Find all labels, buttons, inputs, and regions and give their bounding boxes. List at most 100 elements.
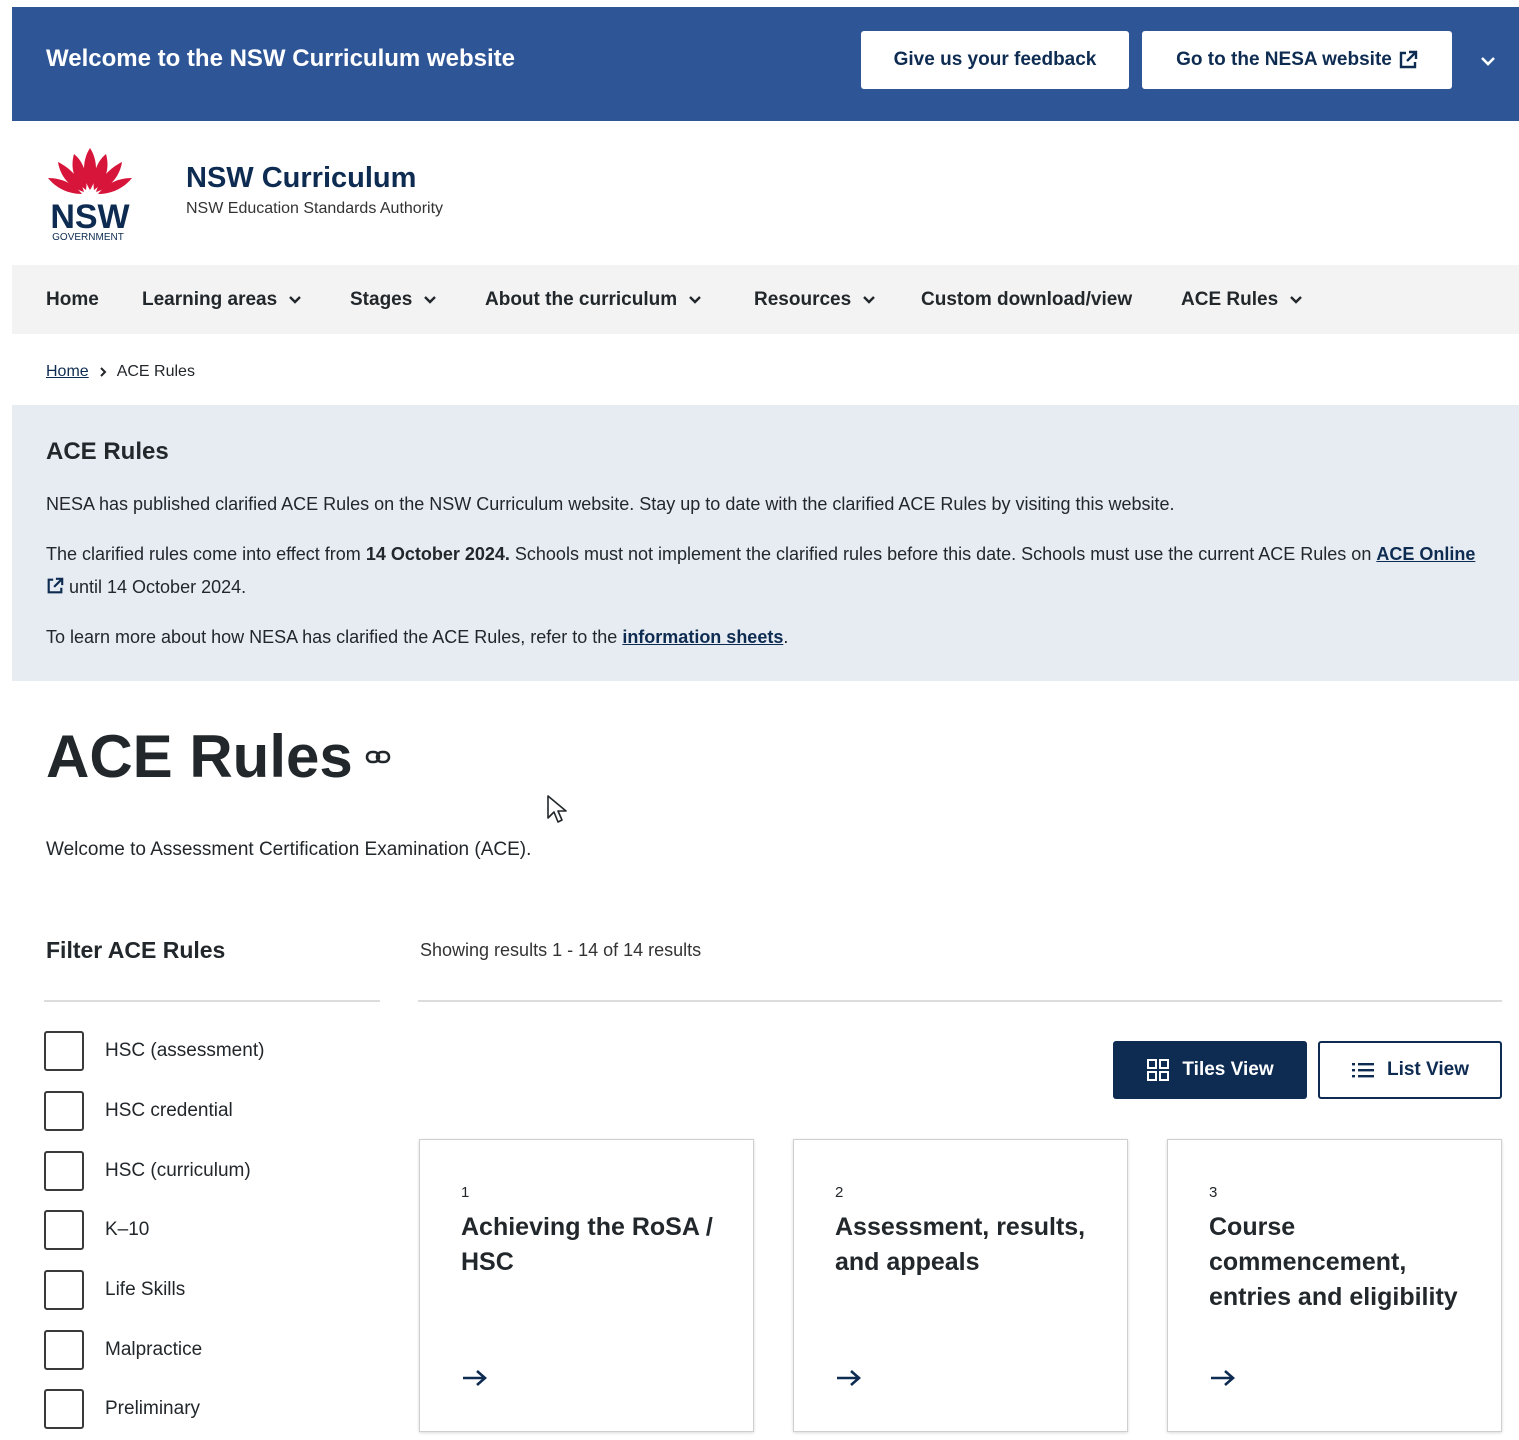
chevron-down-icon[interactable]	[1478, 51, 1498, 71]
feedback-button[interactable]: Give us your feedback	[861, 31, 1129, 89]
breadcrumb-home-link[interactable]: Home	[46, 363, 89, 381]
filter-checkbox-hsc-assessment[interactable]: HSC (assessment)	[44, 1031, 264, 1071]
checkbox[interactable]	[44, 1270, 84, 1310]
checkbox-label[interactable]: K–10	[105, 1219, 149, 1241]
rule-card[interactable]: 1 Achieving the RoSA / HSC	[419, 1139, 754, 1432]
arrow-right-icon[interactable]	[1209, 1368, 1237, 1388]
arrow-right-icon[interactable]	[835, 1368, 863, 1388]
checkbox[interactable]	[44, 1151, 84, 1191]
site-title[interactable]: NSW Curriculum	[186, 162, 416, 195]
breadcrumb-current: ACE Rules	[116, 363, 195, 380]
filter-checkbox-life-skills[interactable]: Life Skills	[44, 1270, 185, 1310]
notice-heading: ACE Rules	[46, 438, 169, 465]
filter-title: Filter ACE Rules	[46, 937, 226, 963]
nav-item-label: ACE Rules	[1181, 288, 1279, 310]
chevron-down-icon	[689, 295, 701, 304]
notice-paragraph-1: NESA has published clarified ACE Rules o…	[46, 494, 1175, 514]
main-navigation: Home Learning areas Stages About the cur…	[12, 265, 1519, 334]
nav-item-resources[interactable]: Resources	[754, 265, 877, 334]
chevron-right-icon	[99, 367, 107, 377]
card-number: 2	[835, 1184, 844, 1201]
notice-panel: ACE Rules NESA has published clarified A…	[12, 405, 1519, 681]
notice-text: The clarified rules come into effect fro…	[46, 544, 366, 564]
nav-item-custom-download[interactable]: Custom download/view	[921, 265, 1132, 334]
nav-item-ace-rules[interactable]: ACE Rules	[1181, 265, 1304, 334]
nav-item-label: Resources	[754, 288, 852, 310]
grid-icon	[1147, 1059, 1170, 1081]
checkbox-label[interactable]: HSC (curriculum)	[105, 1160, 251, 1182]
checkbox-label[interactable]: Malpractice	[105, 1339, 202, 1361]
list-icon	[1351, 1063, 1374, 1078]
chevron-down-icon	[1290, 295, 1302, 304]
chevron-down-icon	[863, 295, 876, 304]
notice-text: To learn more about how NESA has clarifi…	[46, 627, 623, 647]
results-text: Showing results	[420, 940, 553, 960]
checkbox[interactable]	[44, 1389, 84, 1429]
checkbox[interactable]	[44, 1091, 84, 1131]
nav-item-label: About the curriculum	[485, 288, 678, 310]
feedback-button-label: Give us your feedback	[893, 49, 1097, 70]
nav-item-learning-areas[interactable]: Learning areas	[142, 265, 303, 334]
results-text: results	[643, 940, 702, 960]
checkbox[interactable]	[44, 1031, 84, 1071]
checkbox[interactable]	[44, 1330, 84, 1370]
nesa-website-button-label: Go to the NESA website	[1176, 49, 1392, 70]
information-sheets-link[interactable]: information sheets	[622, 627, 783, 647]
link-icon[interactable]	[365, 744, 391, 770]
notice-text: .	[783, 627, 789, 647]
page-title: ACE Rules	[46, 722, 391, 791]
tiles-view-button[interactable]: Tiles View	[1113, 1041, 1307, 1099]
checkbox-label[interactable]: HSC (assessment)	[105, 1040, 264, 1062]
checkbox-label[interactable]: Life Skills	[105, 1279, 185, 1301]
nav-item-stages[interactable]: Stages	[350, 265, 438, 334]
filter-checkbox-hsc-curriculum[interactable]: HSC (curriculum)	[44, 1151, 251, 1191]
results-total: 14	[623, 940, 644, 960]
card-title[interactable]: Assessment, results, and appeals	[835, 1210, 1105, 1280]
card-title[interactable]: Course commencement, entries and eligibi…	[1209, 1210, 1479, 1315]
nav-item-home[interactable]: Home	[46, 265, 99, 334]
nav-item-about-the-curriculum[interactable]: About the curriculum	[485, 265, 703, 334]
notice-text: Schools must not implement the clarified…	[509, 544, 1377, 564]
checkbox-label[interactable]: Preliminary	[105, 1398, 200, 1420]
card-title[interactable]: Achieving the RoSA / HSC	[461, 1210, 731, 1280]
checkbox-label[interactable]: HSC credential	[105, 1100, 233, 1122]
notice-text: until 14 October 2024.	[64, 577, 247, 597]
notice-paragraph-2: The clarified rules come into effect fro…	[46, 538, 1476, 604]
ace-online-link[interactable]: ACE Online	[1376, 544, 1475, 564]
filter-checkbox-preliminary[interactable]: Preliminary	[44, 1389, 200, 1429]
list-view-label: List View	[1386, 1059, 1469, 1080]
external-link-icon	[47, 577, 64, 594]
chevron-down-icon	[289, 295, 302, 304]
intro-text: Welcome to Assessment Certification Exam…	[46, 839, 532, 860]
rule-card[interactable]: 2 Assessment, results, and appeals	[793, 1139, 1128, 1432]
results-count: Showing results 1 - 14 of 14 results	[420, 940, 701, 961]
chevron-down-icon	[424, 295, 437, 304]
nav-item-label: Custom download/view	[921, 288, 1133, 310]
card-number: 1	[461, 1184, 470, 1201]
tiles-view-label: Tiles View	[1182, 1059, 1274, 1080]
nav-item-label: Home	[46, 288, 99, 310]
filter-checkbox-hsc-credential[interactable]: HSC credential	[44, 1091, 233, 1131]
external-link-icon	[1399, 50, 1418, 69]
nav-item-label: Learning areas	[142, 288, 278, 310]
results-range: 1 - 14	[552, 940, 599, 960]
logo-text: NSW	[50, 198, 130, 236]
site-subtitle: NSW Education Standards Authority	[186, 200, 444, 217]
divider	[418, 1000, 1502, 1002]
filter-checkbox-malpractice[interactable]: Malpractice	[44, 1330, 202, 1370]
nsw-government-logo[interactable]: NSW GOVERNMENT	[44, 144, 136, 249]
notice-paragraph-3: To learn more about how NESA has clarifi…	[46, 621, 1476, 654]
filter-checkbox-k-10[interactable]: K–10	[44, 1210, 149, 1250]
arrow-right-icon[interactable]	[461, 1368, 489, 1388]
banner-title: Welcome to the NSW Curriculum website	[46, 45, 515, 72]
divider	[44, 1000, 380, 1002]
mouse-pointer-icon	[547, 795, 567, 823]
breadcrumb: Home ACE Rules	[46, 363, 195, 381]
nav-item-label: Stages	[350, 288, 413, 310]
checkbox[interactable]	[44, 1210, 84, 1250]
card-number: 3	[1209, 1184, 1218, 1201]
list-view-button[interactable]: List View	[1318, 1041, 1502, 1099]
results-text: of	[598, 940, 624, 960]
nesa-website-button[interactable]: Go to the NESA website	[1142, 31, 1452, 89]
rule-card[interactable]: 3 Course commencement, entries and eligi…	[1167, 1139, 1502, 1432]
